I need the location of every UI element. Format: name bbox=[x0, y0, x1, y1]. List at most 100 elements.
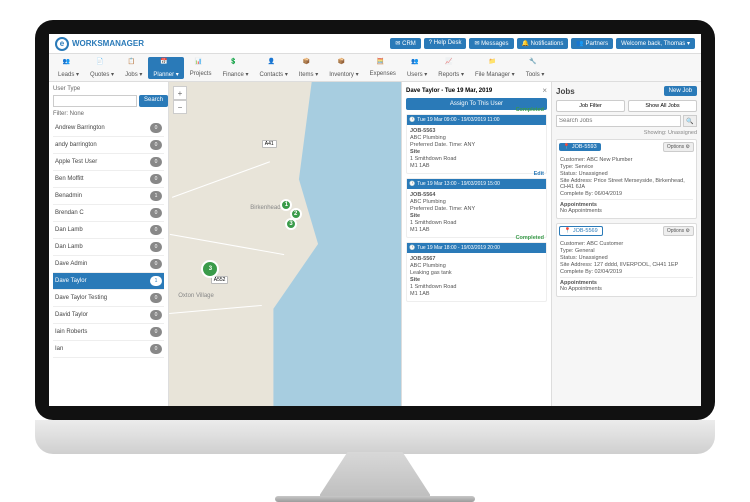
count-badge: 0 bbox=[150, 327, 162, 337]
job-card[interactable]: Completed🕐Tue 19 Mar 09:00 - 19/03/2019 … bbox=[406, 114, 547, 174]
job-card[interactable]: Edit🕐Tue 19 Mar 13:00 - 19/03/2019 15:00… bbox=[406, 178, 547, 238]
count-badge: 0 bbox=[150, 140, 162, 150]
showing-label: Showing: Unassigned bbox=[556, 130, 697, 136]
new-job-button[interactable]: New Job bbox=[664, 86, 697, 96]
search-button[interactable]: Search bbox=[139, 95, 168, 107]
count-badge: 0 bbox=[150, 310, 162, 320]
options-button[interactable]: Options ⚙ bbox=[663, 142, 694, 152]
job-id-badge[interactable]: 📍JOB-5593 bbox=[559, 143, 601, 151]
job-status: Completed bbox=[516, 235, 544, 241]
user-row[interactable]: andy barrington0 bbox=[53, 137, 164, 154]
clock-icon: 🕐 bbox=[409, 181, 415, 187]
clock-icon: 🕐 bbox=[409, 117, 415, 123]
menu-item[interactable]: 💲Finance ▾ bbox=[217, 57, 253, 79]
menu-icon: 👥 bbox=[411, 58, 423, 70]
menu-icon: 📦 bbox=[338, 58, 350, 70]
menu-item[interactable]: 📊Projects bbox=[185, 57, 217, 78]
menu-item[interactable]: 📅Planner ▾ bbox=[148, 57, 183, 79]
menu-icon: 🧮 bbox=[377, 58, 389, 70]
menu-item[interactable]: 👥Leads ▾ bbox=[53, 57, 84, 79]
road-label: A41 bbox=[262, 140, 277, 148]
user-row[interactable]: Benadmin1 bbox=[53, 188, 164, 205]
menu-icon: 📁 bbox=[489, 58, 501, 70]
options-button[interactable]: Options ⚙ bbox=[663, 226, 694, 236]
assignment-title: Dave Taylor - Tue 19 Mar, 2019 bbox=[406, 88, 492, 94]
menu-item[interactable]: 🧮Expenses bbox=[365, 57, 401, 78]
place-label: Oxton Village bbox=[178, 293, 214, 299]
user-row[interactable]: Ben Moffitt0 bbox=[53, 171, 164, 188]
menu-icon: 📄 bbox=[96, 58, 108, 70]
user-row[interactable]: David Taylor0 bbox=[53, 307, 164, 324]
topbar-button[interactable]: 🔔 Notifications bbox=[517, 38, 569, 49]
menu-icon: 📋 bbox=[128, 58, 140, 70]
topbar-button[interactable]: ✉ Messages bbox=[469, 38, 513, 49]
user-row[interactable]: Dave Admin0 bbox=[53, 256, 164, 273]
top-bar: e WORKSMANAGER ✉ CRM ? Help Desk✉ Message… bbox=[49, 34, 701, 54]
user-row[interactable]: Dave Taylor Testing0 bbox=[53, 290, 164, 307]
pin-icon: 📍 bbox=[564, 228, 571, 234]
count-badge: 0 bbox=[150, 123, 162, 133]
count-badge: 0 bbox=[150, 344, 162, 354]
job-filter-button[interactable]: Job Filter bbox=[556, 100, 625, 112]
job-status: Edit bbox=[534, 171, 544, 177]
map-view[interactable]: A41 A552 Birkenhead Oxton Village 3 1 2 … bbox=[169, 82, 401, 406]
menu-icon: 📦 bbox=[303, 58, 315, 70]
job-time: 🕐Tue 19 Mar 13:00 - 19/03/2019 15:00 bbox=[407, 179, 546, 189]
job-list-item[interactable]: 📍JOB-5593Options ⚙Customer: ABC New Plum… bbox=[556, 139, 697, 219]
menu-item[interactable]: 📈Reports ▾ bbox=[433, 57, 469, 79]
user-list: Andrew Barrington0andy barrington0Apple … bbox=[53, 120, 164, 358]
user-search-input[interactable] bbox=[53, 95, 137, 107]
topbar-button[interactable]: 👥 Partners bbox=[571, 38, 613, 49]
main-menu: 👥Leads ▾📄Quotes ▾📋Jobs ▾📅Planner ▾📊Proje… bbox=[49, 54, 701, 82]
count-badge: 0 bbox=[150, 259, 162, 269]
topbar-button[interactable]: ? Help Desk bbox=[424, 38, 467, 49]
menu-item[interactable]: 📦Items ▾ bbox=[294, 57, 323, 79]
show-all-jobs-button[interactable]: Show All Jobs bbox=[628, 100, 697, 112]
menu-icon: 👥 bbox=[63, 58, 75, 70]
count-badge: 0 bbox=[150, 242, 162, 252]
user-row[interactable]: Andrew Barrington0 bbox=[53, 120, 164, 137]
menu-item[interactable]: 📁File Manager ▾ bbox=[470, 57, 520, 79]
menu-item[interactable]: 🔧Tools ▾ bbox=[521, 57, 550, 79]
user-row[interactable]: Apple Test User0 bbox=[53, 154, 164, 171]
count-badge: 1 bbox=[150, 191, 162, 201]
menu-item[interactable]: 👤Contacts ▾ bbox=[255, 57, 293, 79]
menu-icon: 👤 bbox=[268, 58, 280, 70]
user-row[interactable]: Iain Roberts0 bbox=[53, 324, 164, 341]
logo-icon: e bbox=[55, 37, 69, 51]
menu-item[interactable]: 📦Inventory ▾ bbox=[324, 57, 363, 79]
user-panel: User Type Search Filter: None Andrew Bar… bbox=[49, 82, 169, 406]
user-row[interactable]: Dan Lamb0 bbox=[53, 239, 164, 256]
user-row[interactable]: Dan Lamb0 bbox=[53, 222, 164, 239]
jobs-title: Jobs bbox=[556, 87, 575, 96]
filter-label: Filter: None bbox=[53, 111, 164, 117]
menu-icon: 📈 bbox=[445, 58, 457, 70]
topbar-button[interactable]: Welcome back, Thomas ▾ bbox=[616, 38, 695, 49]
user-row[interactable]: Brendan C0 bbox=[53, 205, 164, 222]
clock-icon: 🕐 bbox=[409, 245, 415, 251]
zoom-in-button[interactable]: + bbox=[173, 86, 187, 100]
job-search-input[interactable] bbox=[556, 115, 681, 127]
map-pin[interactable]: 1 bbox=[280, 199, 292, 211]
zoom-out-button[interactable]: − bbox=[173, 100, 187, 114]
user-type-label: User Type bbox=[53, 86, 164, 92]
job-status: Completed bbox=[516, 107, 544, 113]
topbar-button[interactable]: ✉ CRM bbox=[390, 38, 420, 49]
job-id-badge[interactable]: 📍JOB-5569 bbox=[559, 226, 603, 236]
user-row[interactable]: Ian0 bbox=[53, 341, 164, 358]
count-badge: 0 bbox=[150, 157, 162, 167]
map-pin[interactable]: 3 bbox=[285, 218, 297, 230]
count-badge: 0 bbox=[150, 208, 162, 218]
brand-name: WORKSMANAGER bbox=[72, 39, 144, 48]
menu-item[interactable]: 📄Quotes ▾ bbox=[85, 57, 119, 79]
job-list-item[interactable]: 📍JOB-5569Options ⚙Customer: ABC Customer… bbox=[556, 223, 697, 297]
road-label: A552 bbox=[211, 276, 229, 284]
menu-item[interactable]: 👥Users ▾ bbox=[402, 57, 432, 79]
job-card[interactable]: Completed🕐Tue 19 Mar 18:00 - 19/03/2019 … bbox=[406, 242, 547, 302]
user-row[interactable]: Dave Taylor1 bbox=[53, 273, 164, 290]
place-label: Birkenhead bbox=[250, 205, 280, 211]
job-search-button[interactable]: 🔍 bbox=[683, 115, 697, 127]
menu-item[interactable]: 📋Jobs ▾ bbox=[120, 57, 147, 79]
close-icon[interactable]: × bbox=[542, 86, 547, 95]
menu-icon: 📊 bbox=[195, 58, 207, 70]
